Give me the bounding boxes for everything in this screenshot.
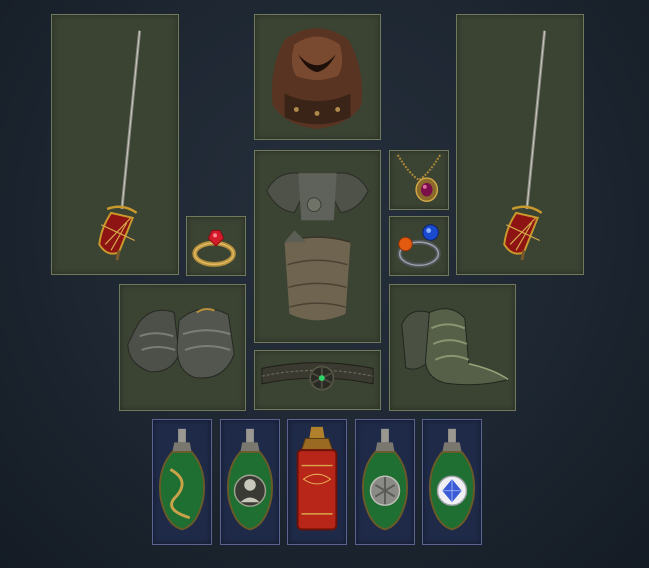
- rapier-icon: [503, 30, 547, 261]
- amulet-slot[interactable]: [389, 150, 449, 210]
- plate-gauntlets-icon: [127, 308, 235, 379]
- ruby-ring-icon: [192, 230, 236, 267]
- flask-slot-1[interactable]: [152, 419, 212, 545]
- helmet-slot[interactable]: [254, 14, 381, 140]
- mana-flask-icon: [429, 428, 475, 531]
- ring-right-slot[interactable]: [389, 216, 449, 276]
- belt-slot[interactable]: [254, 350, 381, 410]
- belt-icon: [261, 362, 374, 392]
- ring-left-slot[interactable]: [186, 216, 246, 276]
- life-flask-icon: [227, 428, 273, 531]
- rapier-icon: [98, 30, 142, 261]
- flask-slot-3[interactable]: [287, 419, 347, 545]
- utility-flask-icon: [296, 426, 338, 531]
- body-armour-slot[interactable]: [254, 150, 381, 343]
- amulet-icon: [396, 154, 442, 202]
- weapon-offhand-slot[interactable]: [456, 14, 584, 275]
- life-flask-icon: [362, 428, 408, 531]
- flask-slot-5[interactable]: [422, 419, 482, 545]
- sapphire-ring-icon: [397, 224, 441, 268]
- plate-boots-icon: [401, 308, 510, 386]
- gloves-slot[interactable]: [119, 284, 246, 411]
- weapon-main-slot[interactable]: [51, 14, 179, 275]
- life-flask-icon: [159, 428, 205, 531]
- bear-pelt-helm-icon: [271, 28, 363, 130]
- boots-slot[interactable]: [389, 284, 516, 411]
- plate-armour-icon: [266, 172, 369, 321]
- flask-slot-4[interactable]: [355, 419, 415, 545]
- flask-slot-2[interactable]: [220, 419, 280, 545]
